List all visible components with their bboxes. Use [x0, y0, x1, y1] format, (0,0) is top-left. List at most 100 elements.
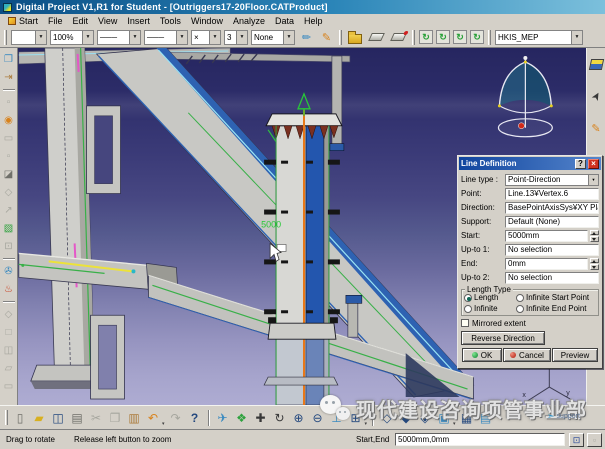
chevron-down-icon[interactable]: ▾ [365, 421, 368, 429]
point-input[interactable]: Line.13¥Vertex.6 [505, 188, 599, 200]
preview-button[interactable]: Preview [552, 348, 598, 362]
eraser-icon[interactable]: ◪ [1, 167, 16, 182]
compass-anchor-dot[interactable] [518, 123, 524, 129]
splice-plate[interactable] [268, 323, 336, 339]
chevron-down-icon[interactable]: ▼ [35, 31, 46, 44]
toolbar-grip[interactable] [488, 30, 491, 45]
point-symbol-combo[interactable]: ×▼ [191, 30, 221, 45]
menu-tools[interactable]: Tools [155, 14, 186, 27]
menu-view[interactable]: View [93, 14, 122, 27]
mirrored-extent-checkbox[interactable]: Mirrored extent [461, 317, 599, 329]
radio-length[interactable]: Length [464, 293, 516, 302]
line-style-combo-1[interactable]: ───▼ [97, 30, 141, 45]
fill-color-combo[interactable]: ▼ [11, 30, 47, 45]
line-style-combo-2[interactable]: ───▼ [144, 30, 188, 45]
open-catalog-icon[interactable] [348, 34, 362, 44]
exit-workbench-icon[interactable]: ⇥ [1, 70, 16, 85]
menu-window[interactable]: Window [186, 14, 228, 27]
menu-analyze[interactable]: Analyze [228, 14, 270, 27]
open-folder-icon[interactable]: ▰ [31, 410, 47, 426]
toolbar-grip[interactable] [412, 30, 415, 45]
end-spinner[interactable] [590, 258, 599, 270]
fit-all-icon[interactable]: ❖ [234, 410, 250, 426]
wireframe-view-icon[interactable]: ◇ [379, 410, 395, 426]
start-spinner[interactable] [590, 230, 599, 242]
chevron-down-icon[interactable]: ▾ [453, 421, 456, 429]
map-view-icon[interactable]: ▧ [1, 221, 16, 236]
start-input[interactable]: 5000mm [505, 230, 588, 242]
dialog-close-button[interactable]: × [588, 159, 599, 169]
upto1-input[interactable]: No selection [505, 244, 599, 256]
ok-button[interactable]: OK [462, 348, 502, 362]
surface-edit-tool-icon[interactable] [390, 33, 407, 41]
upto2-input[interactable]: No selection [505, 272, 599, 284]
checkbox-icon[interactable] [461, 319, 469, 327]
copy-view-icon[interactable]: ❐ [1, 52, 16, 67]
chevron-down-icon[interactable]: ▼ [82, 31, 93, 44]
chevron-down-icon[interactable]: ▼ [283, 31, 294, 44]
whats-this-icon[interactable]: ? [187, 410, 203, 426]
menu-insert[interactable]: Insert [122, 14, 155, 27]
radio-infinite[interactable]: Infinite [464, 304, 516, 313]
start-end-input[interactable]: 5000mm,0mm [395, 433, 565, 446]
chevron-down-icon[interactable]: ▼ [129, 31, 140, 44]
hidden-line-view-icon[interactable]: ◈ [417, 410, 433, 426]
reverse-direction-button[interactable]: Reverse Direction [461, 331, 545, 345]
sketcher-icon[interactable]: ✎ [588, 120, 604, 136]
direction-input[interactable]: BasePointAxisSys¥XY Plan [505, 202, 599, 214]
cancel-button[interactable]: Cancel [503, 348, 551, 362]
view-mode-cube-icon[interactable] [588, 56, 604, 72]
end-input[interactable]: 0mm [505, 258, 588, 270]
chevron-down-icon[interactable]: ▼ [209, 31, 220, 44]
menu-help[interactable]: Help [299, 14, 328, 27]
channel-bracket-upper[interactable] [87, 106, 121, 194]
opacity-combo[interactable]: 100%▼ [50, 30, 94, 45]
workbench-combo[interactable]: HKIS_MEP▼ [495, 30, 583, 45]
normal-view-icon[interactable]: ⊥ [329, 410, 345, 426]
menu-file[interactable]: File [43, 14, 68, 27]
catalog-tool-icon-3[interactable]: ↻ [453, 30, 467, 44]
shaded-view-icon[interactable]: ◆ [398, 410, 414, 426]
brace-post[interactable] [348, 301, 358, 337]
toolbar-grip[interactable] [339, 30, 342, 45]
spinner-down-icon[interactable] [590, 264, 599, 270]
channel-bracket-lower[interactable] [91, 315, 125, 399]
3d-compass[interactable] [498, 56, 553, 137]
catalog-tool-icon-1[interactable]: ↻ [419, 30, 433, 44]
toolbar-grip[interactable] [5, 410, 8, 425]
layer-combo[interactable]: None▼ [251, 30, 295, 45]
toolbar-grip[interactable] [4, 30, 7, 45]
zoom-out-icon[interactable]: ⊖ [310, 410, 326, 426]
render-style-icon[interactable]: ▦ [459, 410, 475, 426]
line-type-select[interactable]: Point-Direction▼ [505, 174, 599, 186]
multi-view-icon[interactable]: ⊞ [348, 410, 364, 426]
spinner-up-icon[interactable] [590, 258, 599, 264]
select-cursor-icon[interactable]: ➤ [585, 85, 605, 107]
chevron-down-icon[interactable]: ▼ [236, 31, 247, 44]
fly-mode-icon[interactable]: ✈ [215, 410, 231, 426]
radio-infinite-end-point[interactable]: Infinite End Point [516, 304, 586, 313]
new-document-icon[interactable]: ▯ [12, 410, 28, 426]
spinner-up-icon[interactable] [590, 230, 599, 236]
color-picker-icon[interactable]: ✎ [318, 29, 335, 46]
spinner-down-icon[interactable] [590, 236, 599, 242]
chevron-down-icon[interactable]: ▼ [588, 175, 598, 185]
pan-icon[interactable]: ✚ [253, 410, 269, 426]
format-painter-icon[interactable]: ✏ [298, 29, 315, 46]
line-weight-combo[interactable]: 3▼ [224, 30, 248, 45]
chevron-down-icon[interactable]: ▼ [571, 31, 582, 44]
rotate-icon[interactable]: ↻ [272, 410, 288, 426]
radio-infinite-start-point[interactable]: Infinite Start Point [516, 293, 589, 302]
surface-tool-icon[interactable] [368, 33, 385, 41]
camera-render-icon[interactable]: ✇ [1, 264, 16, 279]
catalog-tool-icon-2[interactable]: ↻ [436, 30, 450, 44]
print-icon[interactable]: ▤ [69, 410, 85, 426]
menu-data[interactable]: Data [270, 14, 299, 27]
zoom-in-icon[interactable]: ⊕ [291, 410, 307, 426]
dialog-help-button[interactable]: ? [575, 159, 586, 169]
title-bar[interactable]: Digital Project V1,R1 for Student - [Out… [0, 0, 605, 14]
apply-field-button[interactable]: ⊡ [569, 433, 584, 447]
material-burn-icon[interactable]: ♨ [1, 282, 16, 297]
dialog-title-bar[interactable]: Line Definition ? × [459, 157, 601, 170]
grid-icon[interactable]: ▤ [478, 410, 494, 426]
